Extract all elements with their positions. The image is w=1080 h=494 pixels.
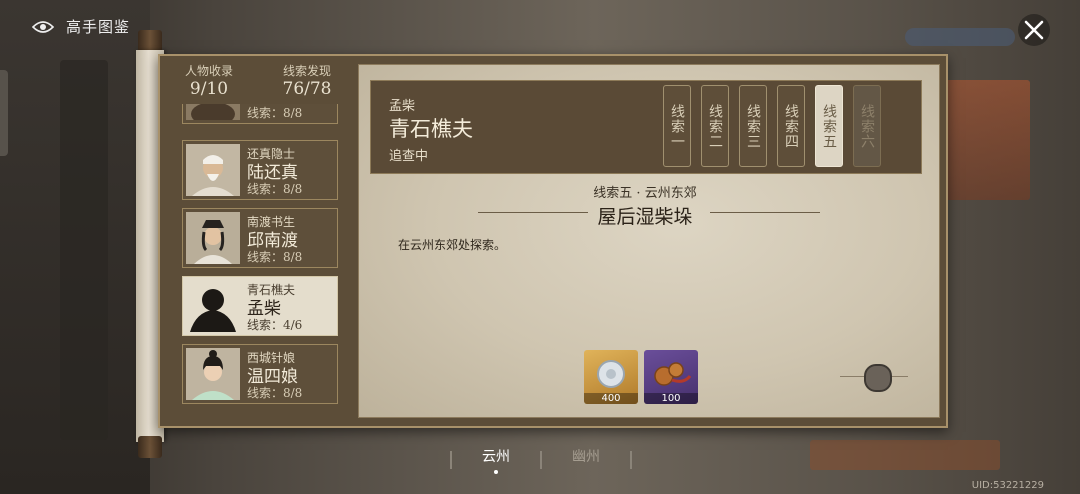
region-label: 幽州 <box>572 449 600 465</box>
character-card[interactable]: 南渡书生 邱南渡 线索：8/8 <box>182 208 338 268</box>
tab-clue-1[interactable]: 线索一 <box>663 85 691 167</box>
character-card[interactable]: 线索：8/8 <box>182 104 338 124</box>
clue-count-label: 线索发现 <box>282 64 331 78</box>
character-clue-progress: 线索：8/8 <box>247 386 303 400</box>
background-button <box>810 440 1000 470</box>
tab-clue-5[interactable]: 线索五 <box>815 85 843 167</box>
character-detail-header: 孟柴 青石樵夫 追查中 线索一 线索二 线索三 线索四 线索五 线索六 <box>370 80 922 174</box>
close-icon <box>1024 20 1044 40</box>
tab-clue-6[interactable]: 线索六 <box>853 85 881 167</box>
detail-name: 青石樵夫 <box>389 117 473 141</box>
stats-bar: 人物收录 9/10 线索发现 76/78 <box>160 62 356 99</box>
clue-tabs: 线索一 线索二 线索三 线索四 线索五 线索六 <box>663 85 881 167</box>
character-list[interactable]: 线索：8/8 还真隐士 陆还真 线索：8/8 南渡书生 邱南渡 线索：8/8 青… <box>176 104 356 404</box>
scroll-rod-bottom <box>138 436 162 458</box>
detail-subtitle: 孟柴 <box>389 99 416 114</box>
left-edge-tab[interactable] <box>0 70 8 156</box>
active-indicator <box>494 470 498 474</box>
title-divider-right <box>710 212 820 213</box>
background-banner <box>940 80 1030 200</box>
background-pill <box>905 28 1015 46</box>
tab-clue-4[interactable]: 线索四 <box>777 85 805 167</box>
reward-item[interactable]: 100 <box>644 350 698 404</box>
character-count-label: 人物收录 <box>184 64 233 78</box>
clue-count: 线索发现 76/78 <box>258 62 356 99</box>
top-bar: 高手图鉴 <box>32 16 130 37</box>
reward-item[interactable]: 400 <box>584 350 638 404</box>
eye-icon <box>32 20 54 33</box>
tab-clue-2[interactable]: 线索二 <box>701 85 729 167</box>
character-card[interactable]: 西城针娘 温四娘 线索：8/8 <box>182 344 338 404</box>
character-clue-progress: 线索：8/8 <box>247 106 303 120</box>
character-portrait <box>186 144 240 196</box>
character-clue-progress: 线索：8/8 <box>247 250 303 264</box>
reward-count: 100 <box>644 393 698 404</box>
character-portrait <box>186 104 240 120</box>
page-title: 高手图鉴 <box>66 18 131 36</box>
inactive-indicator <box>584 470 588 474</box>
detail-status: 追查中 <box>389 149 429 164</box>
tab-clue-3[interactable]: 线索三 <box>739 85 767 167</box>
tab-region-yunzhou[interactable]: 云州 <box>452 446 540 474</box>
character-count-value: 9/10 <box>189 79 229 99</box>
character-card-selected[interactable]: 青石樵夫 孟柴 线索：4/6 <box>182 276 338 336</box>
clue-count-value: 76/78 <box>282 79 332 99</box>
close-button[interactable] <box>1018 14 1050 46</box>
region-separator <box>630 451 632 469</box>
clue-title: 屋后湿柴垛 <box>597 206 693 228</box>
character-clue-progress: 线索：4/6 <box>247 318 303 332</box>
collection-panel: 人物收录 9/10 线索发现 76/78 线索：8/8 还真隐士 陆还真 线索：… <box>158 54 948 428</box>
region-tabs: 云州 幽州 <box>450 446 632 474</box>
character-count: 人物收录 9/10 <box>160 62 258 99</box>
clue-location: 线索五 · 云州东郊 <box>593 186 697 201</box>
reward-count: 400 <box>584 393 638 404</box>
clue-description: 在云州东郊处探索。 <box>398 238 507 252</box>
character-portrait <box>186 212 240 264</box>
character-card[interactable]: 还真隐士 陆还真 线索：8/8 <box>182 140 338 200</box>
background-menu-strip <box>60 60 108 440</box>
character-clue-progress: 线索：8/8 <box>247 182 303 196</box>
round-action-button[interactable] <box>864 364 892 392</box>
character-portrait <box>186 348 240 400</box>
region-label: 云州 <box>482 449 510 465</box>
character-silhouette <box>186 280 240 332</box>
user-id: UID:53221229 <box>971 480 1044 491</box>
tab-region-youzhou[interactable]: 幽州 <box>542 446 630 474</box>
scroll-rod-top <box>138 30 162 52</box>
